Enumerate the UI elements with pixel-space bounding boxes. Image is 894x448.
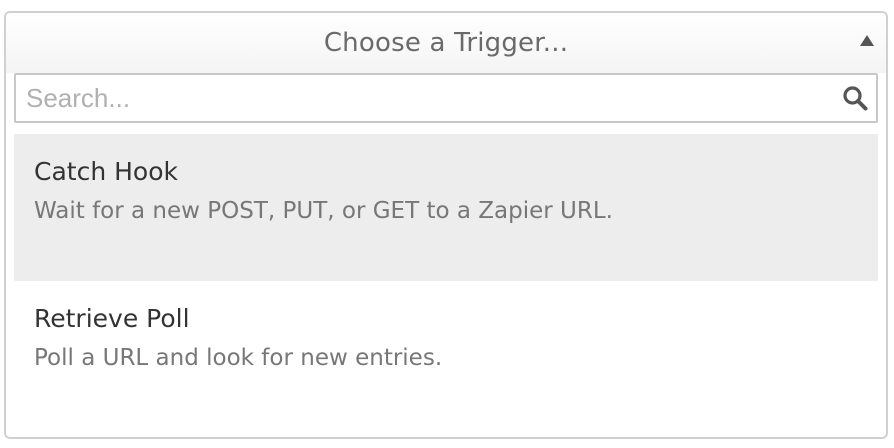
- caret-up-icon[interactable]: [860, 35, 874, 46]
- result-title: Catch Hook: [34, 157, 178, 186]
- results-list: Catch Hook Wait for a new POST, PUT, or …: [14, 134, 878, 428]
- result-description: Wait for a new POST, PUT, or GET to a Za…: [34, 198, 613, 224]
- result-description: Poll a URL and look for new entries.: [34, 345, 443, 371]
- search-input[interactable]: [14, 73, 878, 123]
- result-item-retrieve-poll[interactable]: Retrieve Poll Poll a URL and look for ne…: [14, 281, 878, 428]
- dropdown-toggle[interactable]: Choose a Trigger...: [6, 13, 886, 73]
- search-icon[interactable]: [842, 85, 868, 111]
- search-container: [14, 73, 878, 123]
- trigger-dropdown: Choose a Trigger... Catch Hook Wait for …: [4, 11, 888, 439]
- result-item-catch-hook[interactable]: Catch Hook Wait for a new POST, PUT, or …: [14, 134, 878, 281]
- result-title: Retrieve Poll: [34, 304, 190, 333]
- dropdown-title: Choose a Trigger...: [323, 28, 569, 58]
